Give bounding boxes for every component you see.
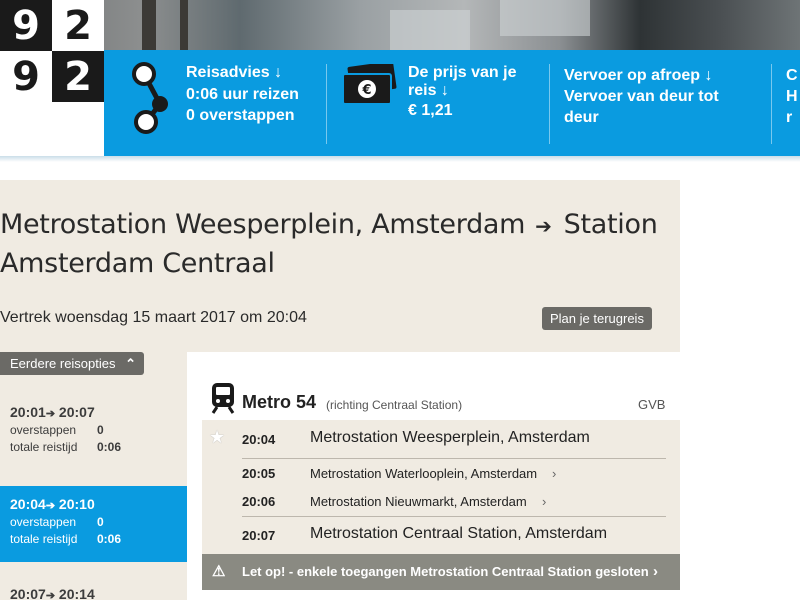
divider bbox=[242, 516, 666, 517]
bar-line: 0:06 uur reizen bbox=[186, 86, 299, 103]
favorite-star-icon[interactable]: ★ bbox=[209, 427, 225, 448]
option-duration: 0:06 bbox=[97, 532, 122, 546]
travel-option[interactable]: 20:07➔ 20:14 bbox=[0, 580, 188, 600]
info-bar: Reisadvies ↓ 0:06 uur reizen 0 overstapp… bbox=[104, 50, 800, 156]
line-direction: (richting Centraal Station) bbox=[326, 398, 463, 412]
svg-text:€: € bbox=[361, 83, 371, 98]
photo-window bbox=[390, 10, 470, 50]
price-value: € 1,21 bbox=[408, 102, 453, 119]
chevron-up-icon: ⌃ bbox=[125, 356, 136, 371]
stop-name: Metrostation Weesperplein, Amsterdam bbox=[310, 429, 590, 446]
logo-digit: 9 bbox=[0, 0, 52, 51]
arrow-right-icon: ➔ bbox=[45, 408, 56, 420]
bar-title: De prijs van je bbox=[408, 64, 517, 81]
bar-item-cutoff[interactable]: C H r bbox=[772, 50, 800, 156]
option-label: totale reistijd bbox=[10, 440, 78, 454]
option-transfers: 0 bbox=[97, 423, 104, 437]
option-duration: 0:06 bbox=[97, 440, 122, 454]
option-departure: 20:07 bbox=[10, 586, 46, 600]
earlier-options-label: Eerdere reisopties bbox=[10, 356, 116, 371]
bar-line: r bbox=[786, 109, 793, 126]
bar-title: Reisadvies bbox=[186, 64, 270, 81]
photo-window bbox=[500, 0, 590, 36]
chevron-right-icon: › bbox=[552, 466, 557, 481]
chevron-right-icon: › bbox=[653, 563, 658, 580]
euro-ticket-icon: € bbox=[342, 64, 397, 105]
earlier-options-button[interactable]: Eerdere reisopties ⌃ bbox=[0, 352, 144, 375]
hero-photo bbox=[0, 0, 800, 50]
bar-line: H bbox=[786, 88, 798, 105]
stop-time: 20:06 bbox=[242, 494, 276, 509]
arrow-down-icon: ↓ bbox=[704, 67, 713, 84]
option-departure: 20:01 bbox=[10, 404, 46, 420]
travel-option[interactable]: 20:01➔ 20:07 overstappen 0 totale reisti… bbox=[0, 396, 188, 468]
line-name: Metro 54 bbox=[242, 392, 317, 412]
bar-item-vervoer[interactable]: Vervoer op afroep ↓ Vervoer van deur tot… bbox=[550, 50, 770, 156]
alert-text: Let op! - enkele toegangen Metrostation … bbox=[242, 564, 649, 579]
stop-time: 20:05 bbox=[242, 466, 276, 481]
bar-line: Vervoer van deur tot bbox=[564, 88, 719, 105]
logo-9292[interactable]: 9 2 9 2 bbox=[0, 0, 104, 102]
arrow-right-icon: ➔ bbox=[45, 500, 56, 512]
arrow-down-icon: ↓ bbox=[440, 82, 449, 99]
option-label: overstappen bbox=[10, 515, 77, 529]
option-transfers: 0 bbox=[97, 515, 104, 529]
stop-name: Metrostation Centraal Station, Amsterdam bbox=[310, 525, 608, 542]
operator: GVB bbox=[638, 397, 666, 412]
metro-icon bbox=[211, 383, 235, 414]
arrow-right-icon: ➔ bbox=[45, 590, 56, 600]
option-arrival: 20:14 bbox=[58, 586, 95, 600]
option-arrival: 20:07 bbox=[58, 404, 95, 420]
bar-item-prijs[interactable]: € De prijs van je reis ↓ € 1,21 bbox=[327, 50, 549, 156]
option-arrival: 20:10 bbox=[58, 496, 95, 512]
plan-return-button[interactable]: Plan je terugreis bbox=[542, 307, 652, 330]
chevron-right-icon: › bbox=[542, 494, 547, 509]
logo-digit: 9 bbox=[0, 51, 52, 102]
photo-pole bbox=[142, 0, 156, 50]
warning-icon: ⚠ bbox=[212, 563, 226, 580]
route-icon bbox=[132, 62, 168, 134]
option-departure: 20:04 bbox=[10, 496, 46, 512]
bar-line: deur bbox=[564, 109, 599, 126]
stop-name: Metrostation Nieuwmarkt, Amsterdam bbox=[310, 494, 527, 509]
page: 9 2 9 2 Reisadvies ↓ 0:06 uur reizen 0 o… bbox=[0, 0, 800, 600]
logo-digit: 2 bbox=[52, 0, 104, 51]
divider bbox=[242, 458, 666, 459]
arrow-down-icon: ↓ bbox=[274, 64, 283, 81]
bar-item-reisadvies[interactable]: Reisadvies ↓ 0:06 uur reizen 0 overstapp… bbox=[104, 50, 326, 156]
stop-time: 20:07 bbox=[242, 528, 276, 543]
logo-digit: 2 bbox=[52, 51, 104, 102]
service-alert[interactable]: ⚠ Let op! - enkele toegangen Metrostatio… bbox=[202, 554, 680, 590]
photo-pole bbox=[180, 0, 188, 50]
bar-line: 0 overstappen bbox=[186, 107, 295, 124]
bar-title: C bbox=[786, 67, 798, 84]
option-label: totale reistijd bbox=[10, 532, 78, 546]
bar-shadow bbox=[0, 156, 800, 162]
arrow-right-icon: ➔ bbox=[535, 214, 552, 238]
travel-option-selected[interactable]: 20:04➔ 20:10 overstappen 0 totale reisti… bbox=[0, 486, 188, 562]
departure-info: Vertrek woensdag 15 maart 2017 om 20:04 bbox=[0, 309, 307, 326]
route-from: Metrostation Weesperplein, Amsterdam bbox=[0, 209, 526, 240]
option-label: overstappen bbox=[10, 423, 77, 437]
bar-title: Vervoer op afroep bbox=[564, 67, 701, 84]
stop-name: Metrostation Waterlooplein, Amsterdam bbox=[310, 466, 538, 481]
page-title: Metrostation Weesperplein, Amsterdam ➔ Sta… bbox=[0, 206, 670, 282]
stop-time: 20:04 bbox=[242, 432, 276, 447]
bar-title: reis bbox=[408, 82, 437, 99]
